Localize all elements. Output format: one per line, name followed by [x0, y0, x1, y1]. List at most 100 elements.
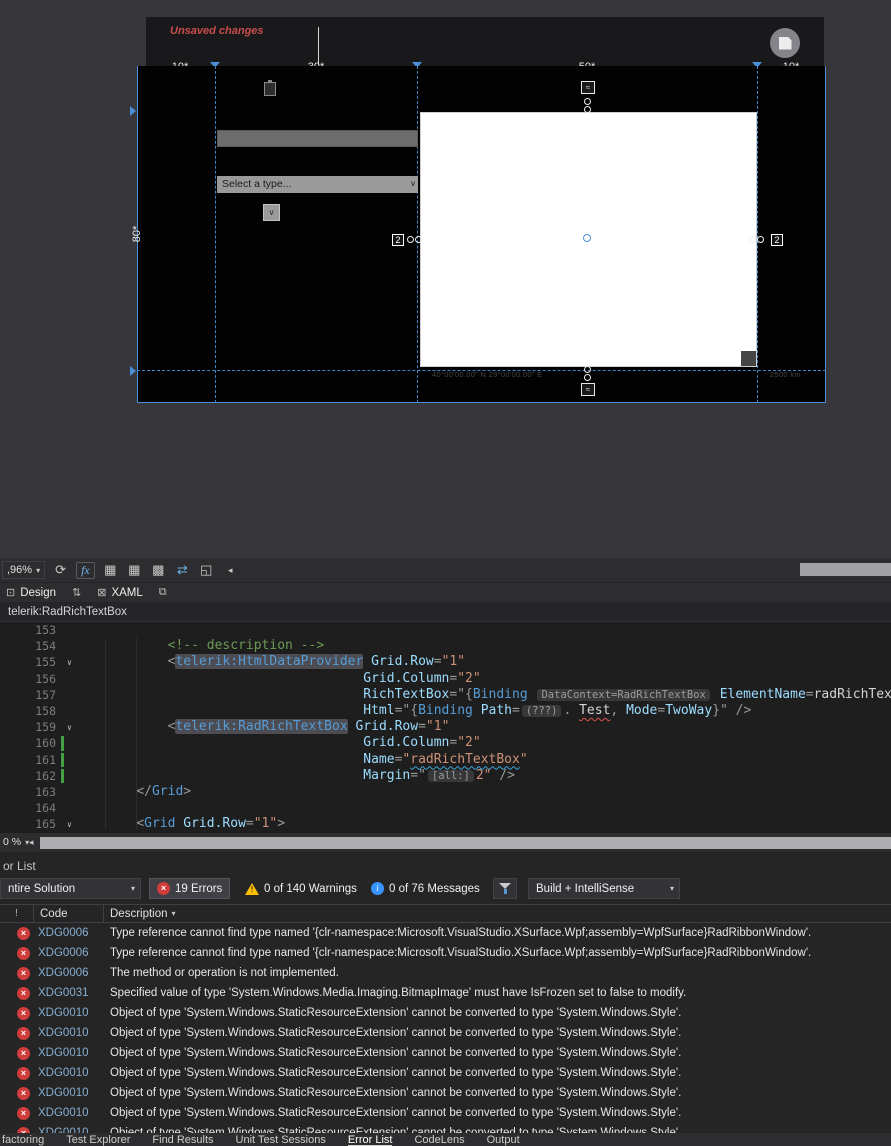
- error-code-link[interactable]: XDG0010: [38, 1047, 102, 1059]
- error-code-link[interactable]: XDG0006: [38, 947, 102, 959]
- code-line[interactable]: 156 Grid.Column="2": [0, 671, 891, 687]
- error-list-headers: ! Code Description ▾: [0, 904, 891, 923]
- warnings-toggle-button[interactable]: ! 0 of 140 Warnings: [238, 878, 364, 899]
- top-anchor-chain-icon[interactable]: [584, 98, 591, 113]
- artboard-bounds-icon[interactable]: ◱: [198, 562, 215, 578]
- error-row[interactable]: × XDG0010 Object of type 'System.Windows.S…: [0, 1003, 891, 1023]
- code-line[interactable]: 160 Grid.Column="2": [0, 735, 891, 751]
- grid-row-size-label[interactable]: 80*: [131, 219, 143, 249]
- code-line[interactable]: 162 Margin=" [all:] 2" />: [0, 768, 891, 784]
- panel-tab-factoring[interactable]: factoring: [2, 1134, 44, 1146]
- error-list-panel: or List ntire Solution ▾ × 19 Errors ! 0…: [0, 852, 891, 1146]
- scope-filter-dropdown[interactable]: ntire Solution ▾: [0, 878, 141, 899]
- left-anchor-chain-icon[interactable]: [407, 236, 422, 243]
- collapse-left-icon[interactable]: ◂: [222, 565, 239, 576]
- snaplines-icon[interactable]: ⇄: [174, 562, 191, 578]
- source-filter-dropdown[interactable]: Build + IntelliSense ▾: [528, 878, 680, 899]
- designer-hscrollbar[interactable]: [800, 563, 891, 576]
- panel-tab-test-explorer[interactable]: Test Explorer: [66, 1134, 130, 1146]
- effects-button[interactable]: fx: [76, 561, 95, 579]
- show-grid-icon[interactable]: ▦: [102, 562, 119, 578]
- error-description: Specified value of type 'System.Windows.…: [110, 987, 687, 999]
- code-line[interactable]: 163 </Grid>: [0, 784, 891, 800]
- panel-tab-error-list[interactable]: Error List: [347, 1134, 393, 1146]
- error-description: Type reference cannot find type named '{…: [110, 947, 812, 959]
- bottom-auto-size-adorner[interactable]: ≈: [581, 383, 595, 396]
- design-canvas[interactable]: 80* Select a type... ∨ ∨ ≈ ≈ 2 2 40°00'0…: [130, 66, 826, 403]
- popout-icon[interactable]: ⧉: [159, 586, 167, 599]
- editor-hscrollbar[interactable]: [40, 837, 891, 849]
- severity-column-header[interactable]: !: [0, 905, 34, 922]
- visual-studio-window: Unsaved changes 10*30*50*10* 80*: [0, 0, 891, 1146]
- code-line[interactable]: 159 ∨ <telerik:RadRichTextBox Grid.Row="1…: [0, 719, 891, 735]
- breadcrumb[interactable]: telerik:RadRichTextBox: [0, 602, 891, 622]
- top-auto-size-adorner[interactable]: ≈: [581, 81, 595, 94]
- designer-zoom-combo[interactable]: ,96% ▾: [2, 561, 46, 579]
- change-indicator: [61, 768, 64, 783]
- panel-tab-find-results[interactable]: Find Results: [152, 1134, 213, 1146]
- code-line[interactable]: 158 Html="{Binding Path= (???). Test, Mod…: [0, 703, 891, 719]
- bottom-anchor-chain-icon[interactable]: [584, 366, 591, 381]
- editor-zoom-combo[interactable]: 0 % ▾: [3, 836, 29, 848]
- error-row[interactable]: × XDG0010 Object of type 'System.Windows.S…: [0, 1063, 891, 1083]
- error-row[interactable]: × XDG0006 Type reference cannot find type …: [0, 923, 891, 943]
- code-line[interactable]: 164: [0, 800, 891, 816]
- editor-zoom-value: 0 %: [3, 836, 22, 848]
- code-line[interactable]: 155 ∨ <telerik:HtmlDataProvider Grid.Row=…: [0, 654, 891, 670]
- error-description: Object of type 'System.Windows.StaticRes…: [110, 1047, 682, 1059]
- grid-snap-toggle-icon[interactable]: ▩: [150, 562, 167, 578]
- designed-combobox[interactable]: Select a type... ∨: [217, 176, 418, 193]
- scroll-left-icon[interactable]: ◂: [29, 837, 34, 848]
- error-row[interactable]: × XDG0010 Object of type 'System.Windows.S…: [0, 1043, 891, 1063]
- fold-chevron-icon[interactable]: ∨: [67, 720, 72, 736]
- error-row[interactable]: × XDG0010 Object of type 'System.Windows.S…: [0, 1083, 891, 1103]
- line-number: 161: [35, 752, 56, 767]
- xaml-editor[interactable]: 153 154 <!-- description --> 155 ∨ <telerik…: [0, 622, 891, 833]
- messages-toggle-button[interactable]: i 0 of 76 Messages: [364, 878, 487, 899]
- refresh-icon[interactable]: ⟳: [52, 562, 69, 578]
- save-overlay-button[interactable]: [770, 28, 800, 58]
- fold-chevron-icon[interactable]: ∨: [67, 817, 72, 833]
- code-line[interactable]: 157 RichTextBox="{Binding DataContext=Ra…: [0, 687, 891, 703]
- error-code-link[interactable]: XDG0006: [38, 927, 102, 939]
- filter-button[interactable]: [493, 878, 517, 899]
- error-code-link[interactable]: XDG0006: [38, 967, 102, 979]
- code-column-header[interactable]: Code: [34, 905, 104, 922]
- right-anchor-chain-icon[interactable]: [749, 236, 764, 243]
- swap-panes-icon[interactable]: ⇅: [72, 586, 81, 599]
- designed-dropdown-button[interactable]: ∨: [263, 204, 280, 221]
- code-line[interactable]: 165 ∨ <Grid Grid.Row="1">: [0, 816, 891, 832]
- row-grip[interactable]: [130, 106, 136, 116]
- code-line[interactable]: 154 <!-- description -->: [0, 638, 891, 654]
- fold-chevron-icon[interactable]: ∨: [67, 655, 72, 671]
- panel-tab-output[interactable]: Output: [487, 1134, 520, 1146]
- right-margin-badge[interactable]: 2: [771, 234, 783, 246]
- panel-tab-codelens[interactable]: CodeLens: [414, 1134, 464, 1146]
- error-row[interactable]: × XDG0006 Type reference cannot find type …: [0, 943, 891, 963]
- tab-xaml[interactable]: ⊠ XAML: [97, 586, 143, 600]
- tab-design[interactable]: ⊡ Design: [6, 586, 56, 600]
- error-row[interactable]: × XDG0010 Object of type 'System.Windows.S…: [0, 1023, 891, 1043]
- error-code-link[interactable]: XDG0010: [38, 1007, 102, 1019]
- error-row[interactable]: × XDG0010 Object of type 'System.Windows.S…: [0, 1103, 891, 1123]
- error-code-link[interactable]: XDG0010: [38, 1027, 102, 1039]
- snap-grid-icon[interactable]: ▦: [126, 562, 143, 578]
- center-handle[interactable]: [583, 234, 591, 242]
- resize-grip[interactable]: [741, 351, 756, 366]
- left-margin-badge[interactable]: 2: [392, 234, 404, 246]
- code-line[interactable]: 161 Name="radRichTextBox": [0, 752, 891, 768]
- error-row[interactable]: × XDG0031 Specified value of type 'System.…: [0, 983, 891, 1003]
- panel-tab-unit-test-sessions[interactable]: Unit Test Sessions: [236, 1134, 326, 1146]
- grid-right-edge: [825, 66, 826, 403]
- error-row[interactable]: × XDG0006 The method or operation is not i…: [0, 963, 891, 983]
- error-code-link[interactable]: XDG0010: [38, 1107, 102, 1119]
- errors-toggle-button[interactable]: × 19 Errors: [149, 878, 231, 899]
- row-grip[interactable]: [130, 366, 136, 376]
- error-code-link[interactable]: XDG0010: [38, 1087, 102, 1099]
- designed-textbox[interactable]: [217, 130, 418, 147]
- error-code-link[interactable]: XDG0010: [38, 1067, 102, 1079]
- code-line[interactable]: 153: [0, 622, 891, 638]
- errors-count-label: 19 Errors: [175, 882, 223, 895]
- description-column-header[interactable]: Description ▾: [104, 905, 891, 922]
- error-code-link[interactable]: XDG0031: [38, 987, 102, 999]
